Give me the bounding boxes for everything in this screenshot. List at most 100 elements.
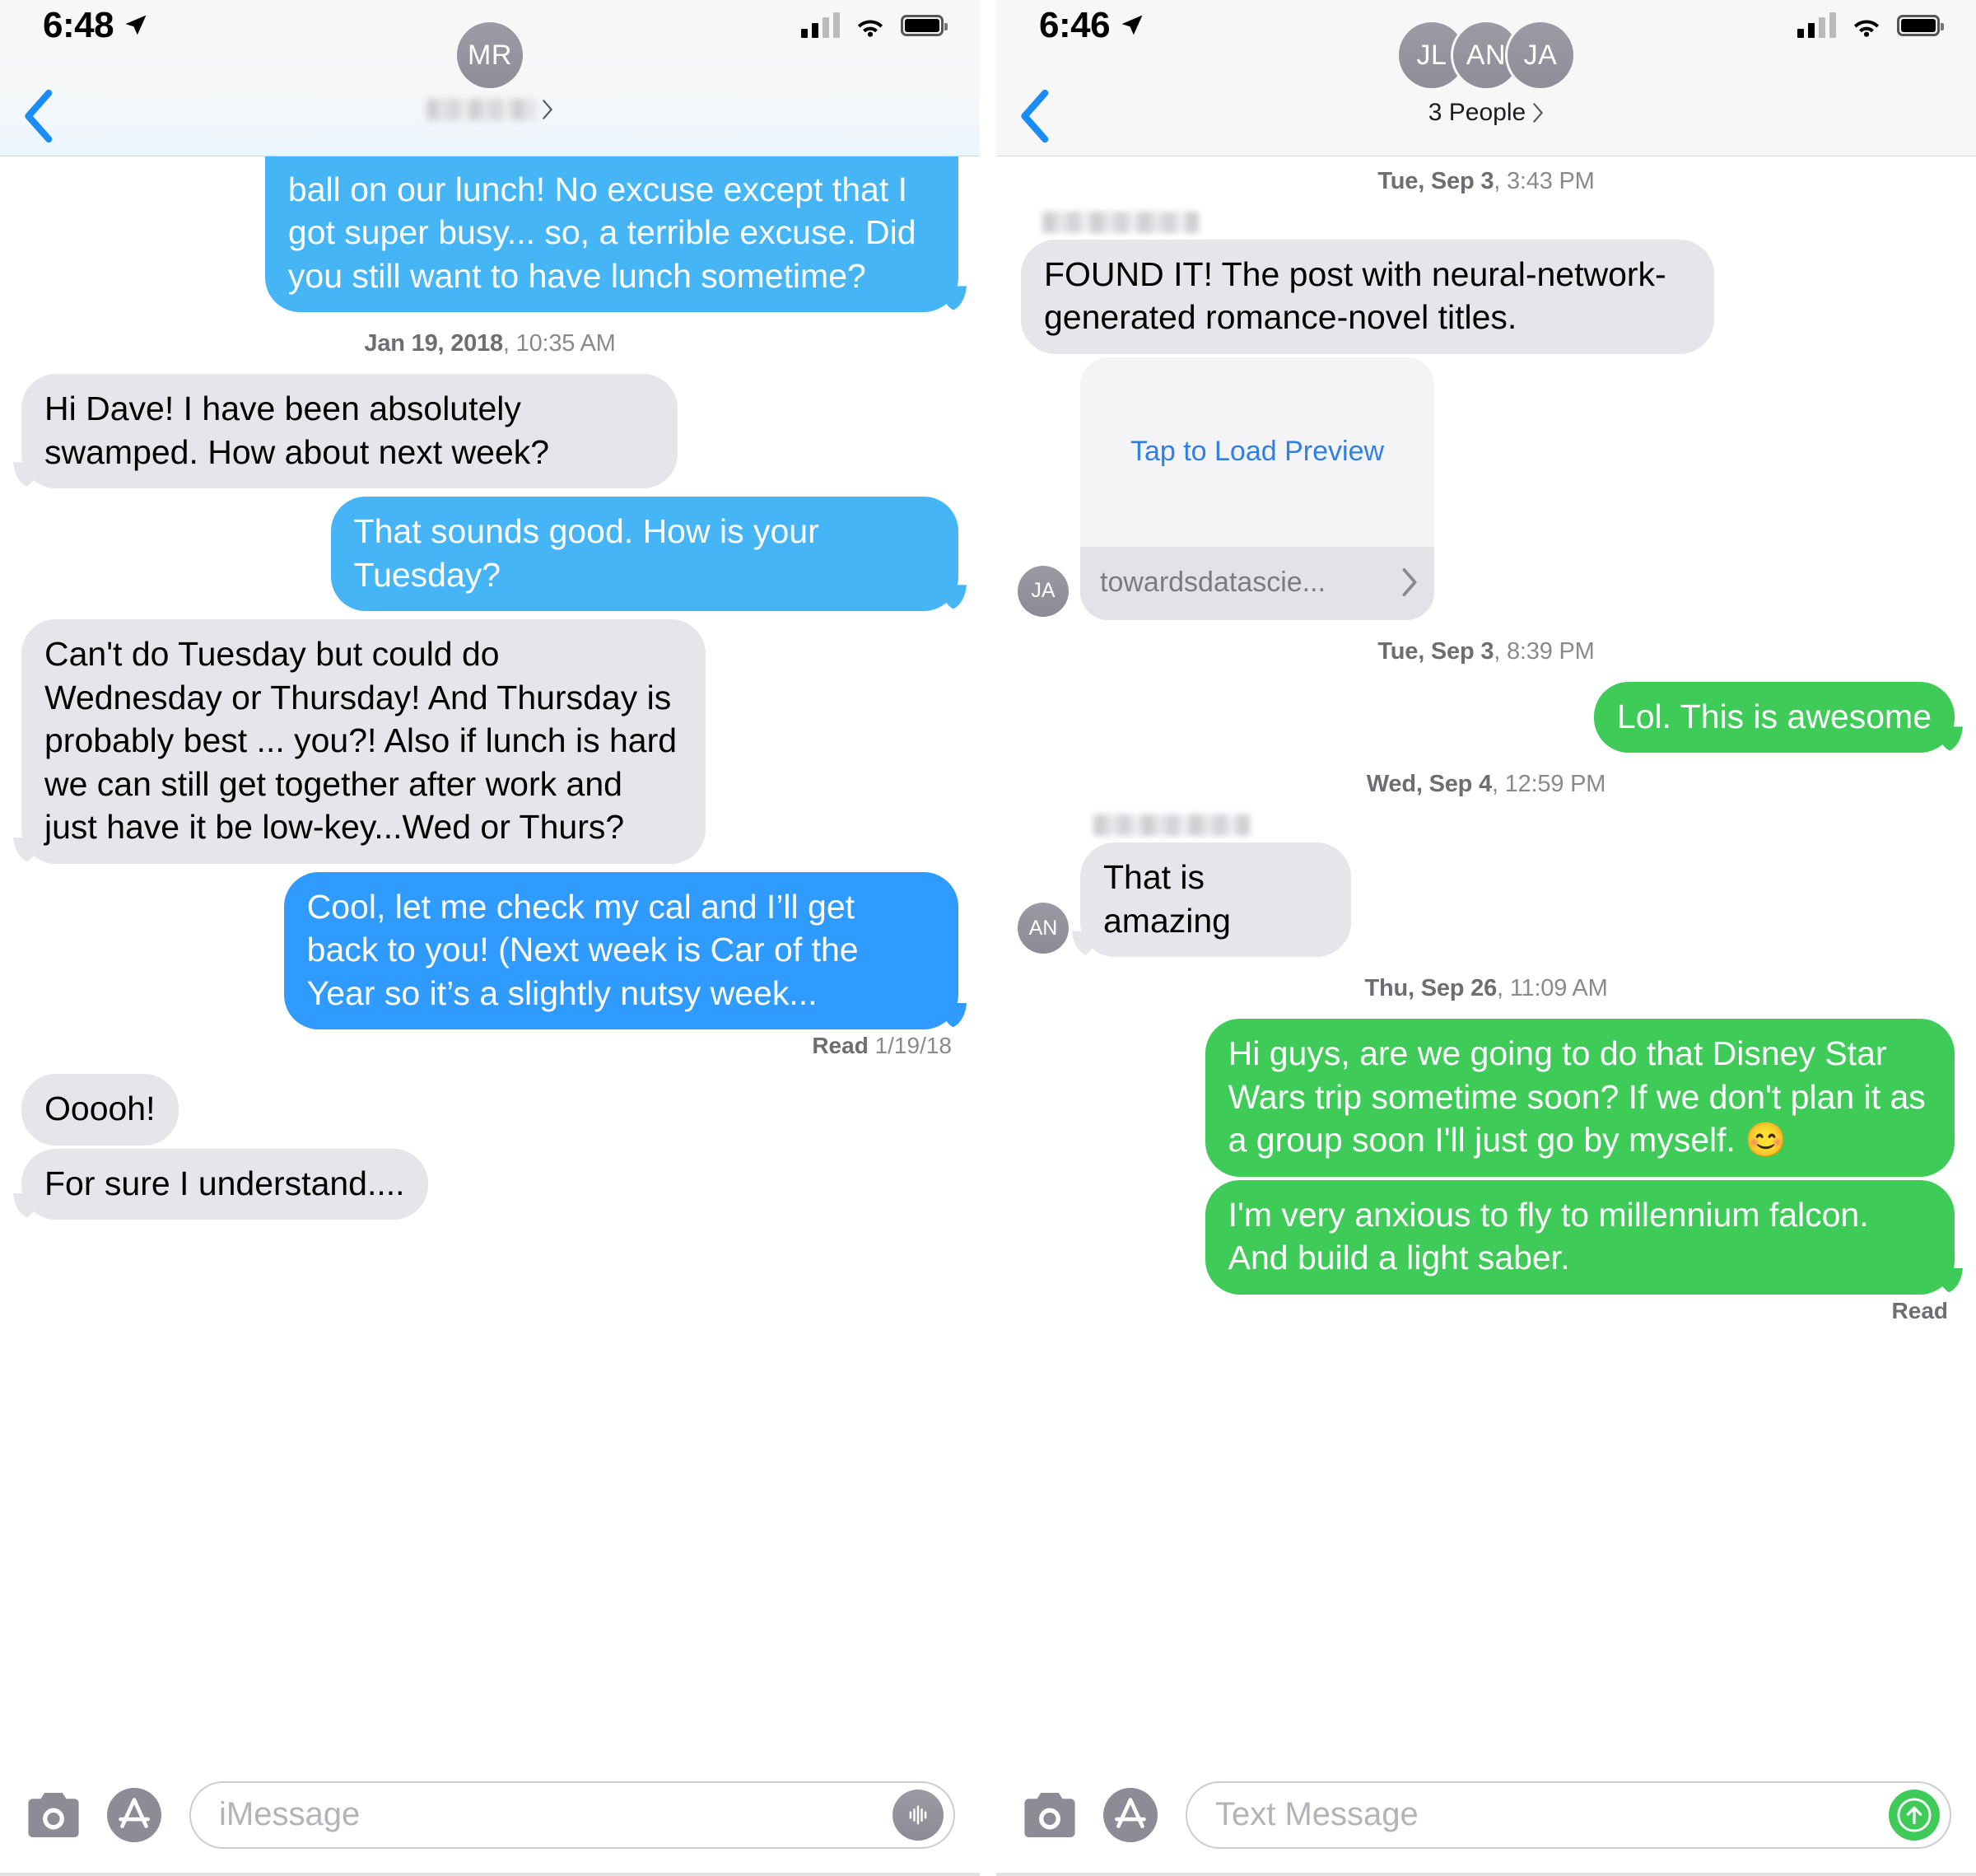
message-row: AN That is amazing bbox=[1018, 842, 1955, 958]
message-bubble-incoming[interactable]: Can't do Tuesday but could do Wednesday … bbox=[21, 619, 706, 864]
receipt-label: Read bbox=[1891, 1297, 1948, 1323]
message-bubble-outgoing[interactable]: Hi guys, are we going to do that Disney … bbox=[1205, 1019, 1955, 1177]
battery-full-icon bbox=[1897, 15, 1944, 36]
chevron-right-icon bbox=[543, 100, 552, 119]
wifi-icon bbox=[1853, 20, 1880, 37]
timestamp-time: , 10:35 AM bbox=[502, 330, 616, 357]
message-bubble-incoming[interactable]: Hi Dave! I have been absolutely swamped.… bbox=[21, 374, 678, 489]
dual-screenshot-container: 6:48 MR ball on our lunch! No excuse exc… bbox=[0, 0, 1976, 1876]
app-store-icon[interactable] bbox=[1103, 1787, 1158, 1842]
right-message-thread[interactable]: Tue, Sep 3, 3:43 PM FOUND IT! The post w… bbox=[996, 156, 1976, 1752]
chevron-left-icon[interactable] bbox=[21, 89, 54, 143]
receipt-value: 1/19/18 bbox=[868, 1033, 952, 1059]
right-conversation-title[interactable]: JL AN JA 3 People bbox=[1396, 20, 1576, 127]
chevron-left-icon[interactable] bbox=[1018, 89, 1051, 143]
message-bubble-outgoing[interactable]: Lol. This is awesome bbox=[1593, 681, 1955, 754]
waveform-glyph bbox=[909, 1805, 927, 1824]
right-conversation-screen: 6:46 JL AN JA 3 People Tue, Sep 3, 3:43 … bbox=[996, 0, 1976, 1876]
left-conversation-screen: 6:48 MR ball on our lunch! No excuse exc… bbox=[0, 0, 980, 1876]
cellular-signal-icon bbox=[1797, 12, 1836, 38]
left-conversation-title[interactable]: MR bbox=[426, 20, 553, 120]
chevron-right-icon bbox=[1533, 103, 1543, 123]
left-message-thread[interactable]: ball on our lunch! No excuse except that… bbox=[0, 156, 980, 1752]
message-bubble-incoming[interactable]: FOUND IT! The post with neural-network-g… bbox=[1021, 240, 1715, 354]
avatar-row: MR bbox=[454, 20, 525, 91]
timestamp-time: , 8:39 PM bbox=[1494, 637, 1595, 665]
timestamp-date: Tue, Sep 3 bbox=[1377, 637, 1494, 665]
app-store-icon[interactable] bbox=[107, 1787, 161, 1842]
left-composer-bar: iMessage bbox=[0, 1752, 980, 1876]
message-row: Can't do Tuesday but could do Wednesday … bbox=[21, 619, 958, 864]
link-preview-url: towardsdatascie... bbox=[1100, 566, 1326, 598]
group-label-row[interactable]: 3 People bbox=[1428, 99, 1544, 127]
right-composer-bar: Text Message bbox=[996, 1752, 1976, 1876]
receipt-label: Read bbox=[812, 1033, 869, 1059]
chevron-right-icon bbox=[1402, 568, 1417, 597]
camera-icon[interactable] bbox=[28, 1792, 79, 1837]
message-row: Cool, let me check my cal and I’ll get b… bbox=[21, 871, 958, 1030]
message-bubble-incoming[interactable]: Ooooh! bbox=[21, 1074, 179, 1146]
clock-time: 6:46 bbox=[1039, 5, 1111, 45]
left-nav-bar: MR bbox=[0, 20, 980, 156]
message-bubble-outgoing[interactable]: Cool, let me check my cal and I’ll get b… bbox=[283, 871, 958, 1030]
message-row-link-preview: JA Tap to Load Preview towardsdatascie..… bbox=[1018, 357, 1955, 620]
cellular-signal-icon bbox=[801, 12, 840, 38]
message-row: I'm very anxious to fly to millennium fa… bbox=[1018, 1179, 1955, 1295]
delivery-receipt: Read 1/19/18 bbox=[21, 1033, 952, 1059]
timestamp-date: Tue, Sep 3 bbox=[1377, 168, 1494, 194]
message-row: Lol. This is awesome bbox=[1018, 681, 1955, 754]
message-input-field[interactable]: iMessage bbox=[189, 1780, 955, 1849]
message-row: That sounds good. How is your Tuesday? bbox=[21, 497, 958, 612]
incoming-with-avatar: JA Tap to Load Preview towardsdatascie..… bbox=[1018, 357, 1434, 620]
delivery-receipt: Read bbox=[1018, 1298, 1948, 1324]
location-arrow-icon bbox=[125, 15, 147, 35]
sender-avatar: AN bbox=[1018, 903, 1069, 954]
right-nav-bar: JL AN JA 3 People bbox=[996, 20, 1976, 156]
sender-name-redacted bbox=[1042, 212, 1199, 233]
timestamp-date: Jan 19, 2018 bbox=[364, 330, 503, 357]
message-row: ball on our lunch! No excuse except that… bbox=[21, 156, 958, 313]
tap-to-load-preview-link[interactable]: Tap to Load Preview bbox=[1130, 436, 1384, 468]
message-bubble-outgoing[interactable]: That sounds good. How is your Tuesday? bbox=[330, 497, 958, 612]
link-preview-thumbnail[interactable]: Tap to Load Preview bbox=[1080, 357, 1434, 547]
message-bubble-outgoing[interactable]: I'm very anxious to fly to millennium fa… bbox=[1205, 1179, 1955, 1295]
send-arrow-up-icon[interactable] bbox=[1889, 1789, 1940, 1841]
audio-waveform-icon[interactable] bbox=[892, 1789, 944, 1841]
group-avatar-3: JA bbox=[1505, 20, 1576, 91]
contact-name-row[interactable] bbox=[426, 99, 553, 120]
message-bubble-outgoing[interactable]: ball on our lunch! No excuse except that… bbox=[264, 156, 958, 313]
message-bubble-incoming[interactable]: For sure I understand.... bbox=[21, 1148, 428, 1220]
clock-time: 6:48 bbox=[43, 5, 114, 45]
contact-name-redacted bbox=[426, 99, 535, 120]
sender-avatar: JA bbox=[1018, 565, 1069, 617]
message-input-field[interactable]: Text Message bbox=[1186, 1780, 1951, 1849]
message-row: For sure I understand.... bbox=[21, 1148, 958, 1220]
status-left-group: 6:46 bbox=[1039, 7, 1144, 44]
timestamp-divider: Tue, Sep 3, 8:39 PM bbox=[1018, 638, 1955, 665]
message-bubble-incoming[interactable]: That is amazing bbox=[1080, 842, 1351, 958]
sender-name-redacted bbox=[1093, 814, 1250, 837]
timestamp-divider: Wed, Sep 4, 12:59 PM bbox=[1018, 771, 1955, 798]
message-row: Ooooh! bbox=[21, 1074, 958, 1146]
avatar: MR bbox=[454, 20, 525, 91]
arrow-up-glyph bbox=[1897, 1797, 1932, 1832]
timestamp-divider: Jan 19, 2018, 10:35 AM bbox=[21, 330, 958, 357]
screen-divider bbox=[980, 0, 996, 1876]
camera-icon[interactable] bbox=[1024, 1792, 1075, 1837]
timestamp-divider: Tue, Sep 3, 3:43 PM bbox=[1018, 168, 1955, 195]
battery-full-icon bbox=[901, 15, 948, 36]
timestamp-time: , 3:43 PM bbox=[1494, 168, 1595, 194]
timestamp-divider: Thu, Sep 26, 11:09 AM bbox=[1018, 975, 1955, 1002]
location-arrow-icon bbox=[1121, 15, 1143, 35]
home-indicator-rule bbox=[0, 1873, 980, 1876]
status-left-group: 6:48 bbox=[43, 7, 148, 44]
group-participant-count: 3 People bbox=[1428, 99, 1526, 126]
link-preview-footer[interactable]: towardsdatascie... bbox=[1080, 546, 1434, 620]
status-right-group bbox=[1797, 12, 1944, 38]
message-row: FOUND IT! The post with neural-network-g… bbox=[1018, 240, 1955, 354]
timestamp-time: , 12:59 PM bbox=[1491, 771, 1606, 798]
link-preview-card[interactable]: Tap to Load Preview towardsdatascie... bbox=[1080, 357, 1434, 620]
timestamp-date: Wed, Sep 4 bbox=[1366, 771, 1492, 798]
message-row: Hi Dave! I have been absolutely swamped.… bbox=[21, 374, 958, 489]
home-indicator-rule bbox=[996, 1873, 1976, 1876]
